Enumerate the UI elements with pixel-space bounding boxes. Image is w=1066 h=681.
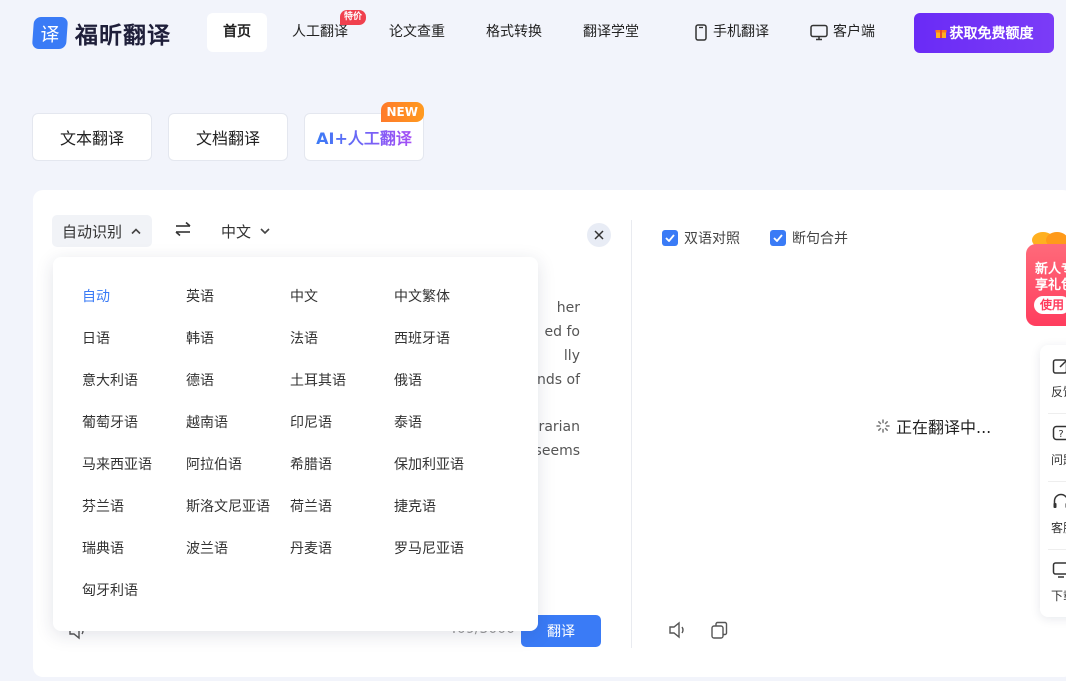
gift-icon: [935, 30, 946, 38]
side-item-label: 下载: [1051, 589, 1066, 603]
promo-line-2: 享礼包: [1035, 278, 1066, 293]
source-language-label: 自动识别: [62, 222, 123, 241]
translating-label: 正在翻译中...: [896, 418, 992, 437]
language-option[interactable]: 日语: [82, 318, 186, 360]
side-item-label: 问题: [1051, 453, 1066, 467]
close-icon: [594, 230, 604, 240]
target-language-select[interactable]: 中文: [221, 215, 271, 247]
language-option[interactable]: 捷克语: [394, 486, 498, 528]
get-free-quota-button[interactable]: 获取免费额度: [914, 13, 1054, 53]
nav-item-plagiarism-check[interactable]: 论文查重: [373, 13, 461, 52]
floating-side-toolbar: 反馈 ? 问题 客服 下载: [1040, 345, 1066, 617]
svg-text:?: ?: [1058, 429, 1063, 440]
language-option[interactable]: 法语: [290, 318, 394, 360]
new-badge: NEW: [380, 102, 424, 122]
language-option[interactable]: 中文繁体: [394, 276, 498, 318]
panel-divider: [631, 220, 632, 648]
main-nav: 首页 人工翻译 特价 论文查重 格式转换 翻译学堂: [207, 10, 664, 52]
nav-item-human-translation[interactable]: 人工翻译 特价: [276, 10, 366, 52]
question-icon: ?: [1052, 425, 1066, 441]
bilingual-label: 双语对照: [684, 231, 740, 247]
translation-status: 正在翻译中...: [876, 414, 991, 438]
swap-languages-button[interactable]: [174, 221, 192, 241]
language-option[interactable]: 保加利亚语: [394, 444, 498, 486]
phone-icon: [695, 24, 707, 41]
language-option[interactable]: 斯洛文尼亚语: [186, 486, 290, 528]
merge-sentences-label: 断句合并: [792, 231, 848, 247]
language-option[interactable]: 匈牙利语: [82, 570, 186, 612]
checkbox-checked-icon: [662, 230, 678, 246]
brand-name: 福昕翻译: [75, 23, 171, 49]
language-option[interactable]: 波兰语: [186, 528, 290, 570]
language-option[interactable]: 芬兰语: [82, 486, 186, 528]
nav-item-translation-school[interactable]: 翻译学堂: [567, 13, 655, 52]
tab-text-translation[interactable]: 文本翻译: [32, 113, 152, 161]
edit-icon: [1052, 359, 1066, 374]
language-option[interactable]: 中文: [290, 276, 394, 318]
tab-ai-human-translation[interactable]: AI+人工翻译 NEW: [304, 102, 424, 161]
language-dropdown: 自动 英语 中文 中文繁体日语 韩语 法语 西班牙语意大利语 德语 土耳其语 俄语葡萄牙语 越南语印…: [53, 257, 538, 631]
language-option[interactable]: 意大利语: [82, 360, 186, 402]
language-option[interactable]: 丹麦语: [290, 528, 394, 570]
language-option[interactable]: 荷兰语: [290, 486, 394, 528]
headset-icon: [1053, 493, 1066, 508]
copy-icon: [711, 621, 728, 639]
language-option[interactable]: 俄语: [394, 360, 498, 402]
tab-ai-label: AI+人工翻译: [316, 125, 412, 149]
get-free-quota-label: 获取免费额度: [949, 26, 1034, 42]
desktop-client-label: 客户端: [833, 24, 875, 40]
chevron-down-icon: [260, 228, 270, 235]
loading-spinner-icon: [876, 419, 890, 433]
logo-icon: 译: [31, 17, 69, 49]
merge-sentences-checkbox[interactable]: 断句合并: [770, 228, 848, 248]
swap-icon: [175, 221, 191, 237]
copy-translation-button[interactable]: [710, 621, 729, 644]
language-option[interactable]: 马来西亚语: [82, 444, 186, 486]
nav-item-label: 人工翻译: [292, 24, 348, 40]
nav-item-format-conversion[interactable]: 格式转换: [470, 13, 558, 52]
speaker-icon: [669, 621, 684, 639]
new-user-gift-promo[interactable]: 新人专 享礼包 使用: [1026, 244, 1066, 326]
language-option[interactable]: 罗马尼亚语: [394, 528, 498, 570]
language-option[interactable]: 韩语: [186, 318, 290, 360]
target-speak-button[interactable]: [668, 621, 688, 643]
bilingual-checkbox[interactable]: 双语对照: [662, 228, 740, 248]
language-option[interactable]: 瑞典语: [82, 528, 186, 570]
desktop-client-link[interactable]: 客户端: [810, 13, 875, 52]
language-option[interactable]: 希腊语: [290, 444, 394, 486]
language-option[interactable]: 越南语: [186, 402, 290, 444]
language-option[interactable]: 葡萄牙语: [82, 402, 186, 444]
promo-use-button[interactable]: 使用: [1034, 296, 1066, 314]
side-item-help[interactable]: ? 问题: [1040, 413, 1066, 481]
source-language-select[interactable]: 自动识别: [52, 215, 153, 247]
monitor-icon: [1052, 562, 1066, 578]
language-option[interactable]: 自动: [82, 276, 186, 318]
language-grid: 自动 英语 中文 中文繁体日语 韩语 法语 西班牙语意大利语 德语 土耳其语 俄语葡萄牙语 越南语印…: [82, 276, 498, 612]
language-option[interactable]: 德语: [186, 360, 290, 402]
side-item-feedback[interactable]: 反馈: [1040, 345, 1066, 413]
language-option[interactable]: 西班牙语: [394, 318, 498, 360]
side-item-label: 客服: [1051, 521, 1066, 535]
checkbox-checked-icon: [770, 230, 786, 246]
nav-item-home[interactable]: 首页: [207, 13, 267, 52]
language-option[interactable]: 英语: [186, 276, 290, 318]
mobile-translate-link[interactable]: 手机翻译: [694, 13, 769, 52]
brand-logo[interactable]: 译 福昕翻译: [31, 16, 171, 50]
top-header: 译 福昕翻译 首页 人工翻译 特价 论文查重 格式转换 翻译学堂 手机翻译 客户…: [0, 0, 1066, 66]
side-item-label: 反馈: [1051, 385, 1066, 399]
special-price-badge: 特价: [339, 10, 366, 25]
tab-document-translation[interactable]: 文档翻译: [168, 113, 288, 161]
side-item-download[interactable]: 下载: [1040, 549, 1066, 617]
side-item-support[interactable]: 客服: [1040, 481, 1066, 549]
target-language-label: 中文: [221, 222, 252, 241]
clear-input-button[interactable]: [587, 223, 611, 247]
language-option[interactable]: 印尼语: [290, 402, 394, 444]
chevron-up-icon: [131, 228, 141, 235]
language-option[interactable]: 阿拉伯语: [186, 444, 290, 486]
monitor-icon: [810, 24, 828, 41]
language-option[interactable]: 土耳其语: [290, 360, 394, 402]
language-option[interactable]: 泰语: [394, 402, 498, 444]
mobile-translate-label: 手机翻译: [713, 24, 769, 40]
